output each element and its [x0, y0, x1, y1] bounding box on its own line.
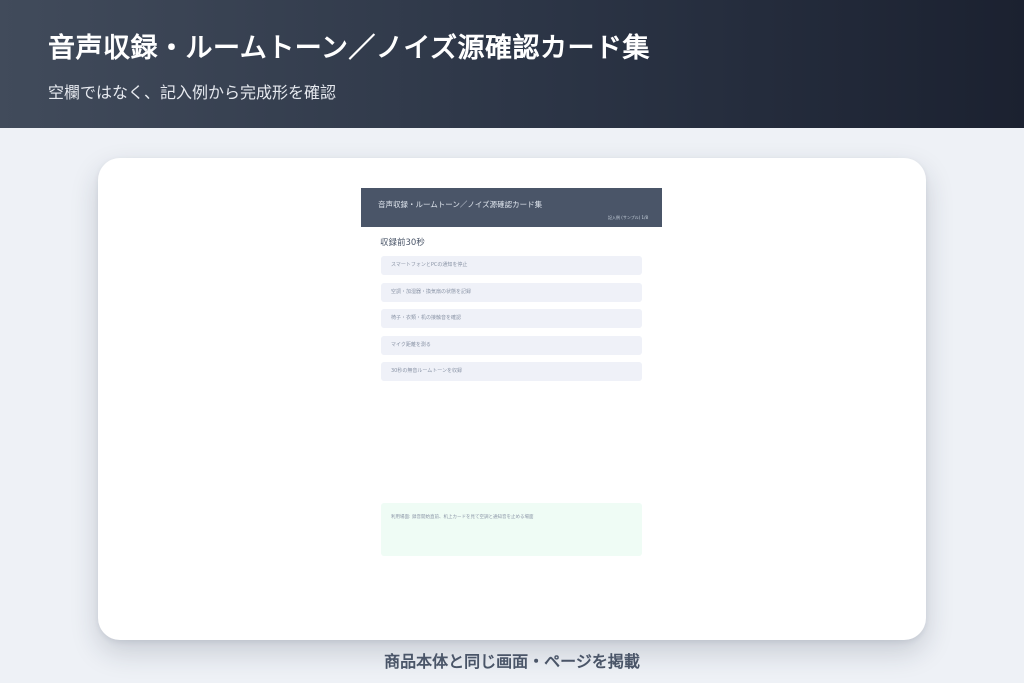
checklist-item: スマートフォンとPCの通知を停止 — [381, 256, 642, 275]
hero-banner: 音声収録・ルームトーン／ノイズ源確認カード集 空欄ではなく、記入例から完成形を確… — [0, 0, 1024, 128]
card-header: 音声収録・ルームトーン／ノイズ源確認カード集 記入例 (サンプル) 1/8 — [361, 188, 662, 227]
caption: 商品本体と同じ画面・ページを掲載 — [384, 652, 640, 671]
checklist-item: 空調・加湿器・換気扇の状態を記録 — [381, 282, 642, 302]
card-title: 音声収録・ルームトーン／ノイズ源確認カード集 — [378, 200, 543, 209]
preview-frame: 音声収録・ルームトーン／ノイズ源確認カード集 記入例 (サンプル) 1/8 収録… — [98, 158, 926, 640]
section-heading: 収録前30秒 — [380, 238, 425, 248]
card-header-note: 記入例 (サンプル) 1/8 — [608, 215, 648, 220]
checklist-item: マイク距離を測る — [381, 335, 642, 355]
page-title: 音声収録・ルームトーン／ノイズ源確認カード集 — [48, 33, 651, 64]
checklist-item: 30秒の無音ルームトーンを収録 — [381, 362, 642, 381]
usage-memo: 利用場面: 録音開始直前、机上カードを見て空調と通知音を止める場面 — [381, 503, 642, 556]
checklist: スマートフォンとPCの通知を停止 空調・加湿器・換気扇の状態を記録 椅子・衣類・… — [381, 256, 642, 389]
sample-card-page: 音声収録・ルームトーン／ノイズ源確認カード集 記入例 (サンプル) 1/8 収録… — [361, 188, 662, 608]
page-subtitle: 空欄ではなく、記入例から完成形を確認 — [48, 83, 337, 102]
checklist-item: 椅子・衣類・机の接触音を確認 — [381, 309, 642, 328]
